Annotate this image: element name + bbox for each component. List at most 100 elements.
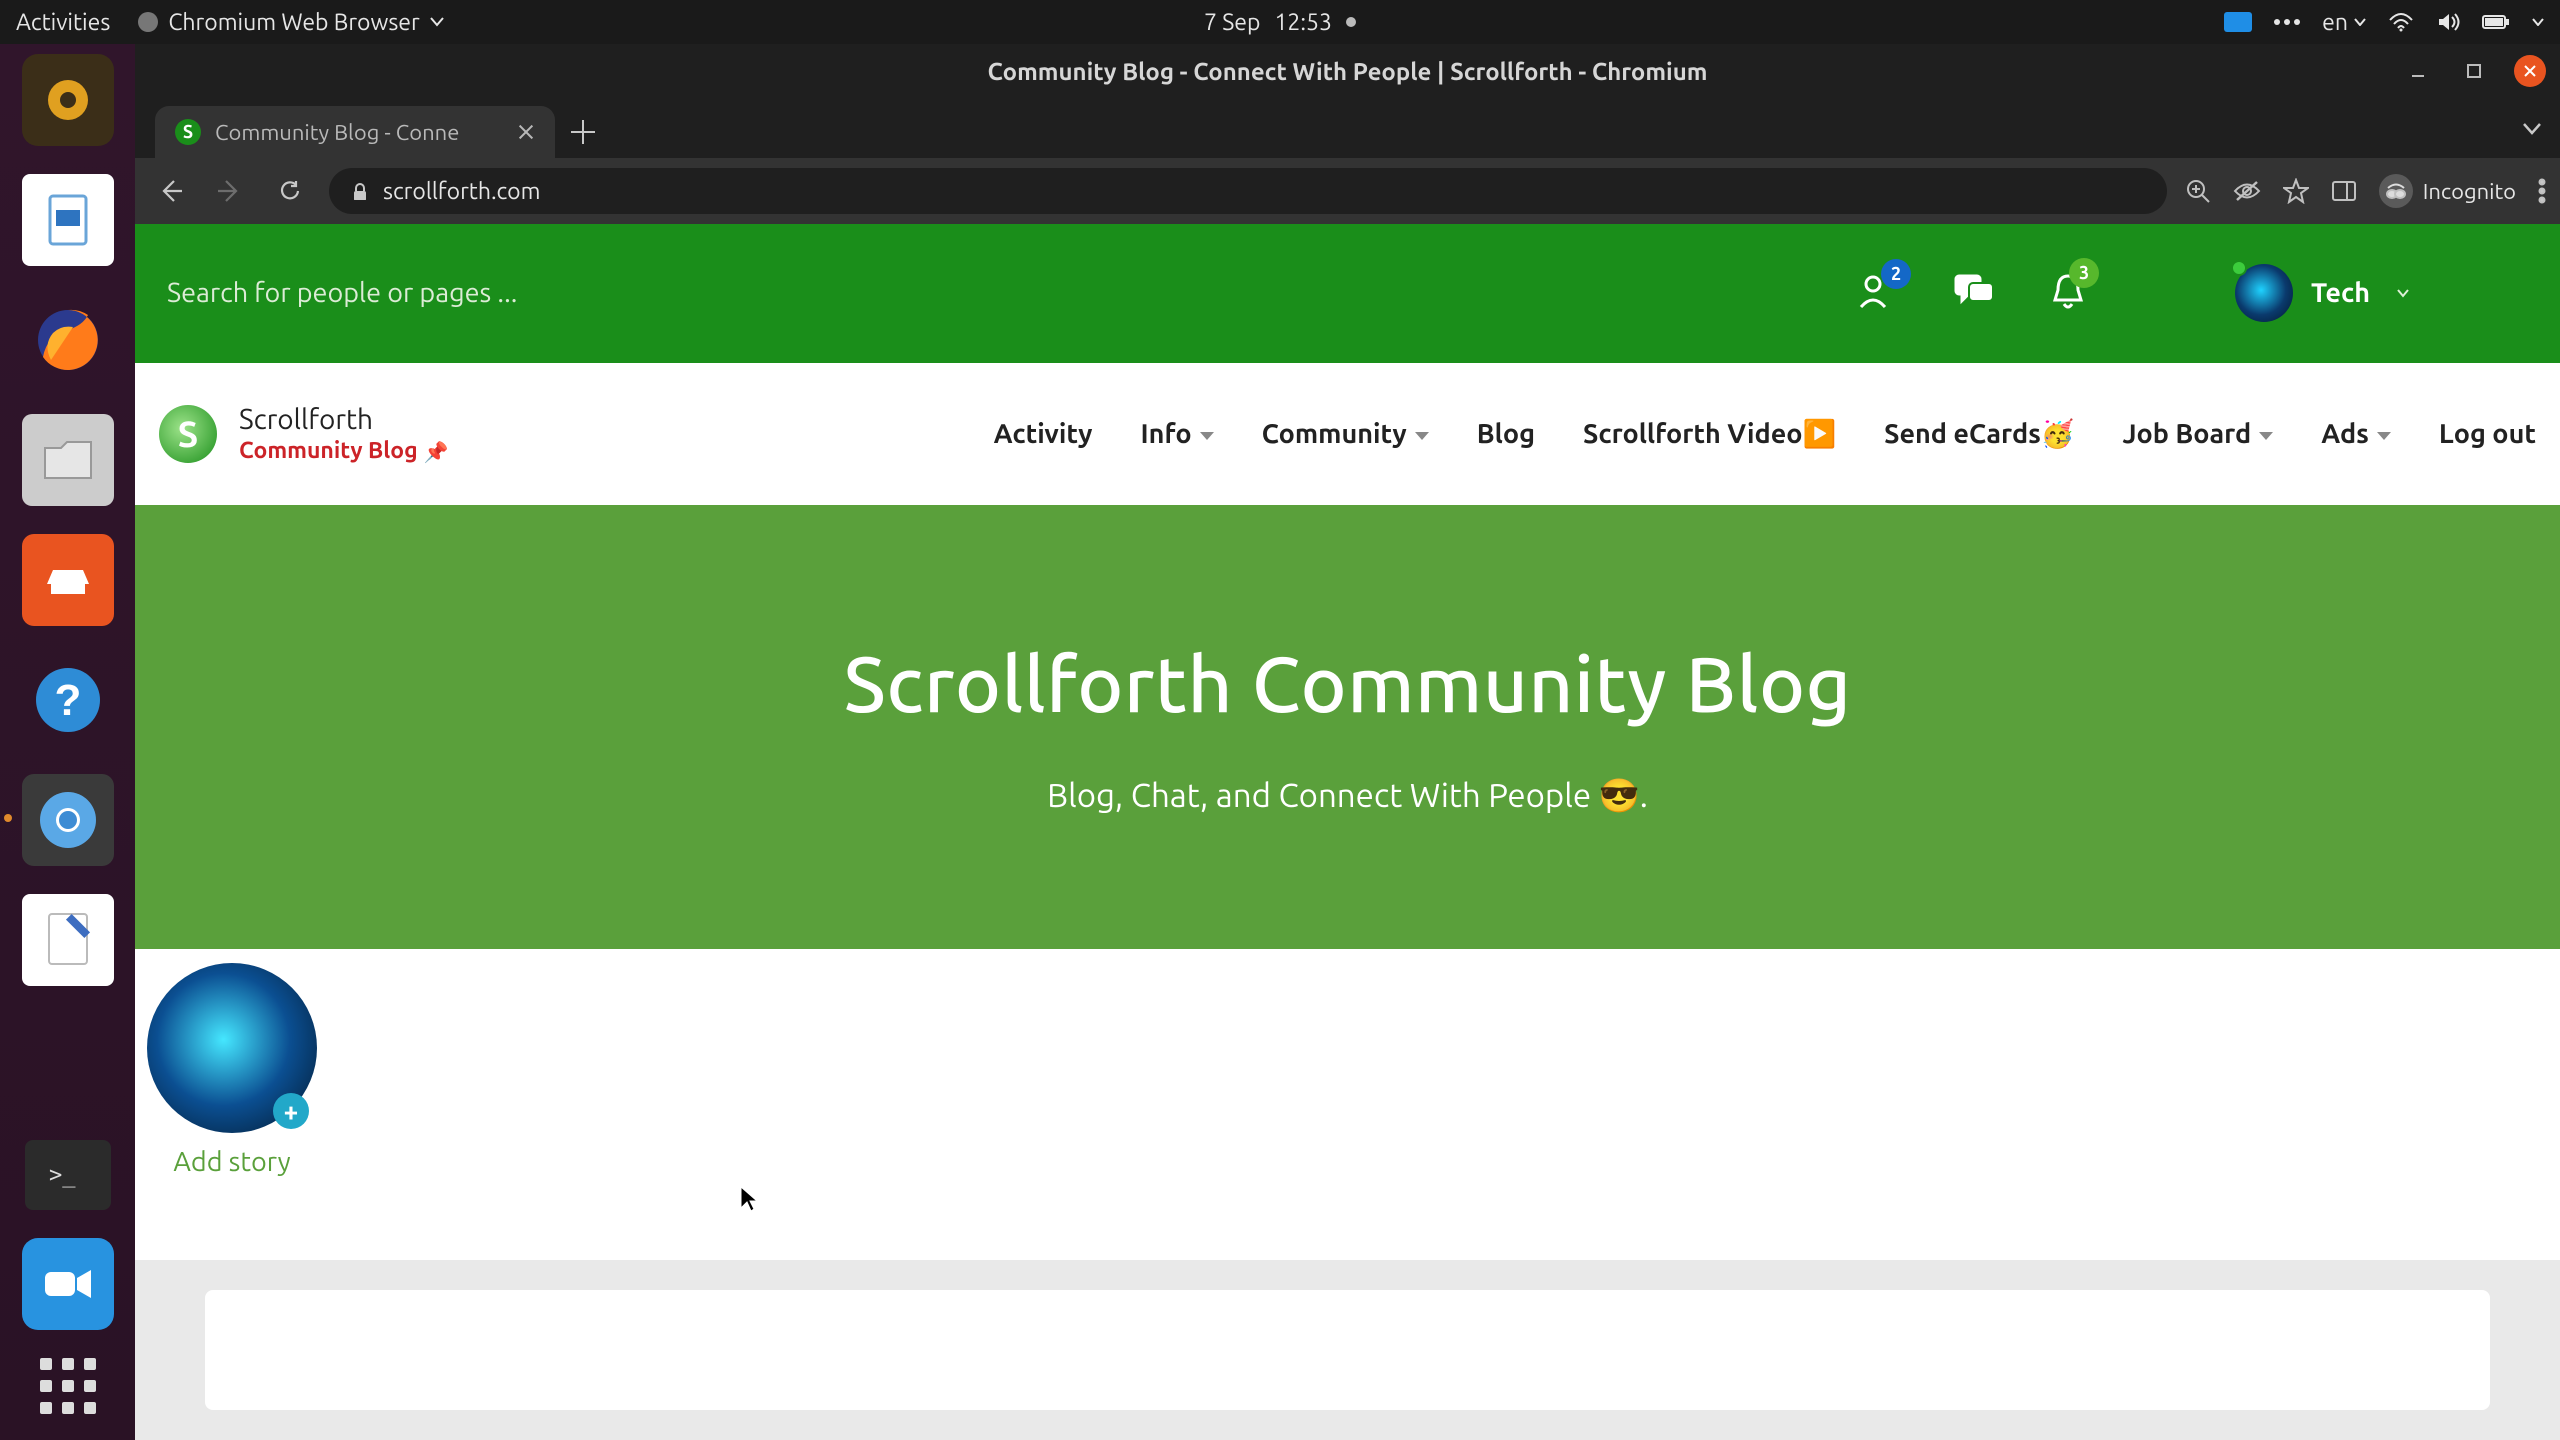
dock-help[interactable]: ? [22,654,114,746]
browser-toolbar: scrollforth.com Incognito [135,158,2560,224]
side-panel-icon[interactable] [2331,180,2357,202]
notification-dot-icon [1346,17,1356,27]
story-strip: + Add story [135,949,2560,1260]
messages-button[interactable] [1953,273,1995,313]
window-title: Community Blog - Connect With People | S… [988,58,1708,85]
nav-info[interactable]: Info [1141,419,1214,449]
pushpin-icon: 📌 [424,439,449,464]
nav-logout[interactable]: Log out [2439,419,2536,449]
dock-files[interactable] [22,414,114,506]
window-maximize-button[interactable] [2458,55,2490,87]
dock-rhythmbox[interactable] [22,54,114,146]
nav-activity[interactable]: Activity [994,419,1093,449]
story-label: Add story [173,1147,290,1177]
activities-button[interactable]: Activities [16,10,110,35]
dock: ? >_ [0,44,135,1440]
nav-ads[interactable]: Ads [2321,419,2391,449]
indicator-more-icon[interactable] [2274,19,2300,25]
user-name: Tech [2311,278,2370,308]
app-menu-label: Chromium Web Browser [168,10,419,35]
incognito-icon [2379,174,2413,208]
friend-requests-button[interactable]: 2 [1857,273,1897,313]
avatar-status-dot-icon [2231,260,2247,276]
add-story[interactable]: + Add story [147,963,317,1177]
chevron-down-icon [1200,432,1214,440]
volume-icon[interactable] [2436,11,2460,33]
hero-banner: Scrollforth Community Blog Blog, Chat, a… [135,505,2560,949]
window-minimize-button[interactable] [2402,55,2434,87]
chevron-down-icon [1415,432,1429,440]
post-composer[interactable] [205,1290,2490,1410]
back-button[interactable] [149,170,191,212]
dock-terminal[interactable]: >_ [25,1140,111,1210]
reload-button[interactable] [269,170,311,212]
tab-close-button[interactable] [517,123,535,141]
address-bar[interactable]: scrollforth.com [329,168,2167,214]
dock-chromium[interactable] [22,774,114,866]
dock-libreoffice-writer[interactable] [22,174,114,266]
tab-strip: S Community Blog - Conne [135,98,2560,158]
app-menu[interactable]: Chromium Web Browser [138,10,443,35]
feed-area [135,1260,2560,1440]
svg-text:?: ? [54,676,81,725]
story-avatar: + [147,963,317,1133]
user-avatar [2235,264,2293,322]
nav-ecards[interactable]: Send eCards🥳 [1884,418,2074,450]
brand-name: Scrollforth [239,402,449,437]
favicon-icon: S [175,119,201,145]
lock-icon [351,182,369,200]
tab-search-button[interactable] [2522,122,2542,140]
hero-tagline: Blog, Chat, and Connect With People 😎. [1047,777,1648,816]
notifications-button[interactable]: 3 [2051,272,2085,314]
notifications-badge: 3 [2069,258,2099,288]
chevron-down-icon [2259,432,2273,440]
friends-badge: 2 [1881,259,1911,289]
user-menu-chevron-icon [2396,288,2410,298]
chevron-down-icon [2377,432,2391,440]
nav-blog[interactable]: Blog [1477,419,1535,449]
window-titlebar: Community Blog - Connect With People | S… [135,44,2560,98]
bookmark-star-icon[interactable] [2283,178,2309,204]
dock-ubuntu-software[interactable] [22,534,114,626]
brand-subtitle: Community Blog 📌 [239,437,449,466]
profile-incognito[interactable]: Incognito [2379,174,2516,208]
chrome-window: Community Blog - Connect With People | S… [135,44,2560,1440]
nav-video[interactable]: Scrollforth Video▶️ [1583,418,1836,450]
dock-zoom[interactable] [22,1238,114,1330]
dock-firefox[interactable] [22,294,114,386]
hero-title: Scrollforth Community Blog [844,639,1852,727]
nav-community[interactable]: Community [1262,419,1429,449]
dock-show-applications[interactable] [40,1358,96,1414]
incognito-label: Incognito [2423,179,2516,204]
date-label: 7 Sep [1204,10,1260,35]
system-menu-chevron-icon[interactable] [2532,18,2544,26]
chrome-menu-button[interactable] [2538,178,2546,204]
chromium-app-icon [138,12,158,32]
clock[interactable]: 7 Sep 12:53 [1204,10,1356,35]
tracking-icon[interactable] [2233,180,2261,202]
site-navbar: S Scrollforth Community Blog 📌 Activity … [135,363,2560,505]
plus-icon: + [273,1093,309,1129]
site-brand[interactable]: S Scrollforth Community Blog 📌 [159,402,449,466]
brand-logo-icon: S [159,405,217,463]
user-menu[interactable]: Tech [2235,264,2410,322]
battery-icon[interactable] [2482,13,2510,31]
zoom-tray-icon[interactable] [2224,12,2252,32]
input-language[interactable]: en [2322,10,2366,35]
new-tab-button[interactable] [571,120,595,144]
forward-button [209,170,251,212]
wifi-icon[interactable] [2388,12,2414,32]
gnome-topbar: Activities Chromium Web Browser 7 Sep 12… [0,0,2560,44]
svg-text:>_: >_ [49,1163,76,1188]
zoom-icon[interactable] [2185,178,2211,204]
search-input[interactable] [165,277,685,309]
tab-title: Community Blog - Conne [215,120,459,145]
web-page: 2 3 Tech S Scrollforth [135,224,2560,1440]
browser-tab[interactable]: S Community Blog - Conne [155,106,555,158]
time-label: 12:53 [1274,10,1332,35]
nav-job-board[interactable]: Job Board [2122,419,2273,449]
dock-text-editor[interactable] [22,894,114,986]
url-text: scrollforth.com [383,179,540,204]
site-header: 2 3 Tech [135,224,2560,363]
window-close-button[interactable] [2514,55,2546,87]
